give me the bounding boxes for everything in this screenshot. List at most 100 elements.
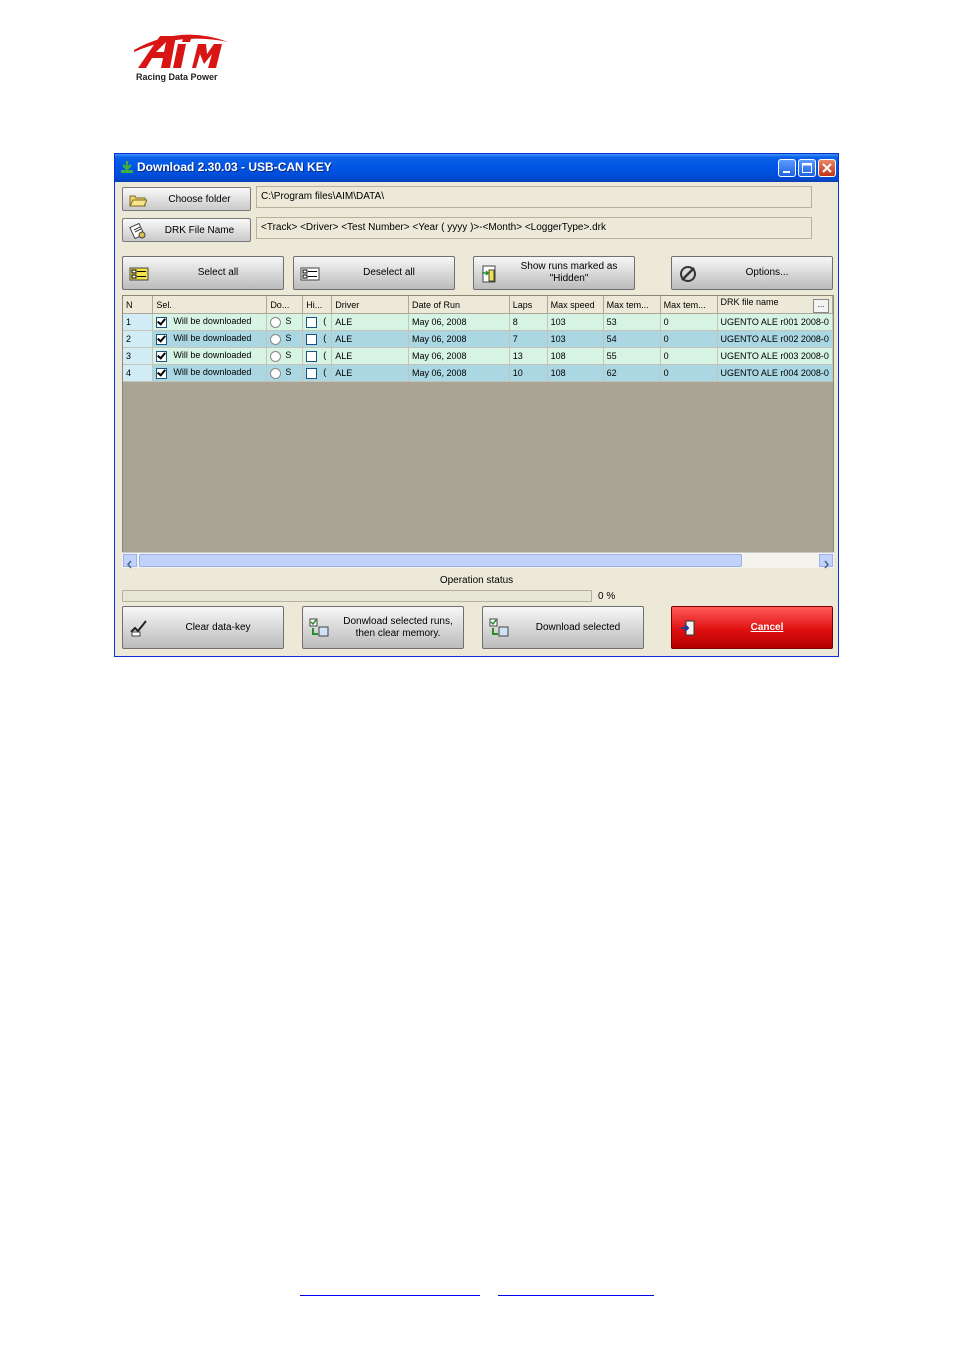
col-header-max-temp-1[interactable]: Max tem...	[603, 296, 661, 314]
drk-pattern-field[interactable]: <Track> <Driver> <Test Number> <Year ( y…	[256, 217, 812, 239]
cell-max-speed: 103	[547, 330, 604, 348]
cell-max-temp-1: 55	[603, 347, 661, 365]
maximize-button[interactable]	[798, 159, 816, 177]
cell-max-temp-1: 53	[603, 313, 661, 331]
download-selected-button[interactable]: Download selected	[482, 606, 644, 649]
close-button[interactable]	[818, 159, 836, 177]
deselect-all-icon	[300, 267, 320, 281]
cell-max-temp-2-text: 0	[663, 351, 669, 361]
download-window: Download 2.30.03 - USB-CAN KEY Choose fo…	[114, 153, 839, 657]
minimize-button[interactable]	[778, 159, 796, 177]
cell-max-temp-2-text: 0	[663, 334, 669, 344]
table-row[interactable]: 4 Will be downloaded S (ALE May 06, 2008 10 10…	[123, 364, 833, 382]
cell-file-name-text: UGENTO ALE r001 2008-0	[720, 317, 829, 327]
download-radio[interactable]	[270, 350, 282, 362]
show-hidden-runs-button[interactable]: Show runs marked as "Hidden"	[473, 256, 635, 290]
cell-max-temp-2: 0	[660, 330, 718, 348]
table-row[interactable]: 3 Will be downloaded S (ALE May 06, 2008 13 10…	[123, 347, 833, 365]
cell-download: S	[266, 364, 304, 382]
hidden-checkbox[interactable]	[306, 316, 318, 328]
table-header-row: N Sel. Do... Hi... Driver Date of Run La…	[123, 296, 833, 314]
scroll-left-button[interactable]	[123, 554, 137, 569]
col-header-date[interactable]: Date of Run	[408, 296, 510, 314]
hidden-checkbox[interactable]	[306, 333, 318, 345]
cell-hidden: (	[302, 330, 333, 348]
cell-max-temp-2-text: 0	[663, 368, 669, 378]
cell-n: 1	[123, 313, 154, 331]
options-label: Options...	[745, 267, 789, 278]
scroll-right-button[interactable]	[819, 554, 833, 569]
col-header-driver[interactable]: Driver	[331, 296, 409, 314]
select-all-button[interactable]: Select all	[122, 256, 284, 290]
column-chooser-button[interactable]: ...	[813, 298, 829, 313]
download-radio[interactable]	[270, 333, 282, 345]
cell-n: 4	[123, 364, 154, 382]
cell-max-temp-1-text: 62	[606, 368, 617, 378]
cell-file-name: UGENTO ALE r001 2008-0	[717, 313, 833, 331]
cell-laps-text: 13	[512, 351, 523, 361]
col-header-laps[interactable]: Laps	[509, 296, 548, 314]
hidden-checkbox[interactable]	[306, 367, 318, 379]
aim-logo-mark	[134, 34, 228, 68]
cell-sel: Will be downloaded	[152, 364, 268, 382]
download-selected-label: Download selected	[535, 621, 621, 633]
cancel-label: Cancel	[750, 621, 784, 633]
cell-download-text: S	[285, 350, 292, 361]
select-checkbox[interactable]	[156, 367, 168, 379]
table-row[interactable]: 2 Will be downloaded S (ALE May 06, 2008 7 103…	[123, 330, 833, 348]
cell-n-text: 4	[126, 368, 132, 378]
col-header-max-temp-2[interactable]: Max tem...	[660, 296, 718, 314]
cell-date: May 06, 2008	[408, 330, 510, 348]
footer-link-1[interactable]	[300, 1294, 480, 1296]
cancel-button[interactable]: Cancel	[671, 606, 833, 649]
scroll-left-icon	[127, 560, 132, 569]
maximize-icon	[802, 163, 812, 173]
folder-path-field[interactable]: C:\Program files\AIM\DATA\	[256, 186, 812, 208]
col-header-sel[interactable]: Sel.	[152, 296, 268, 314]
hidden-checkbox[interactable]	[306, 350, 318, 362]
download-radio[interactable]	[270, 367, 282, 379]
drk-file-name-button[interactable]: DRK File Name	[122, 218, 251, 242]
cell-hidden: (	[302, 347, 333, 365]
select-checkbox[interactable]	[156, 333, 168, 345]
clear-data-key-button[interactable]: Clear data-key	[122, 606, 284, 649]
cell-laps-text: 7	[512, 334, 518, 344]
cell-date: May 06, 2008	[408, 364, 510, 382]
cell-max-speed-text: 108	[550, 351, 566, 361]
col-header-n[interactable]: N	[123, 296, 154, 314]
cell-hidden: (	[302, 364, 333, 382]
cell-download: S	[266, 347, 304, 365]
cell-laps: 8	[509, 313, 548, 331]
cell-hidden-text: (	[323, 350, 327, 361]
cell-sel: Will be downloaded	[152, 330, 268, 348]
col-header-file-name[interactable]: DRK file name ...	[717, 296, 833, 314]
horizontal-scrollbar[interactable]	[122, 552, 834, 569]
choose-folder-button[interactable]: Choose folder	[122, 187, 251, 211]
cell-date: May 06, 2008	[408, 347, 510, 365]
cell-driver: ALE	[331, 347, 409, 365]
show-hidden-runs-label: Show runs marked as "Hidden"	[520, 261, 618, 284]
title-bar[interactable]: Download 2.30.03 - USB-CAN KEY	[115, 154, 838, 182]
select-checkbox[interactable]	[156, 316, 168, 328]
scroll-thumb[interactable]	[139, 554, 742, 567]
deselect-all-button[interactable]: Deselect all	[293, 256, 455, 290]
col-header-hidden[interactable]: Hi...	[302, 296, 333, 314]
cell-date: May 06, 2008	[408, 313, 510, 331]
download-selected-icon	[489, 618, 509, 637]
col-header-download[interactable]: Do...	[266, 296, 304, 314]
cell-file-name-text: UGENTO ALE r004 2008-0	[720, 368, 829, 378]
cell-hidden-text: (	[323, 316, 327, 327]
download-then-clear-button[interactable]: Donwload selected runs, then clear memor…	[302, 606, 464, 649]
options-button[interactable]: Options...	[671, 256, 833, 290]
cell-driver: ALE	[331, 313, 409, 331]
footer-link-2[interactable]	[498, 1294, 654, 1296]
cell-max-temp-2: 0	[660, 313, 718, 331]
aim-logo: Racing Data Power	[130, 30, 240, 88]
cell-sel: Will be downloaded	[152, 347, 268, 365]
table-row[interactable]: 1 Will be downloaded S (ALE May 06, 2008 8 103…	[123, 313, 833, 331]
cell-laps: 10	[509, 364, 548, 382]
cell-date-text: May 06, 2008	[411, 368, 467, 378]
download-radio[interactable]	[270, 316, 282, 328]
select-checkbox[interactable]	[156, 350, 168, 362]
col-header-max-speed[interactable]: Max speed	[547, 296, 604, 314]
